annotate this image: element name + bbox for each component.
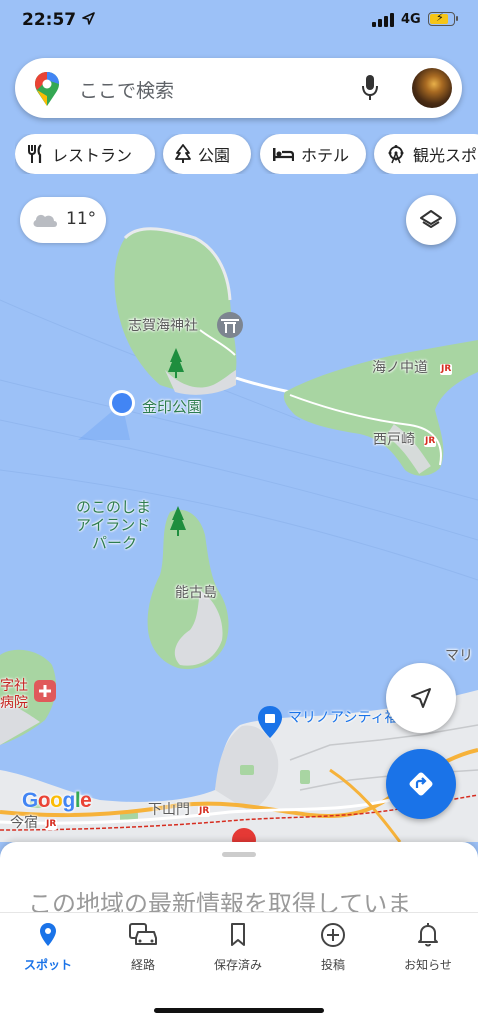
google-logo: Google <box>22 789 92 813</box>
search-bar[interactable]: ここで検索 <box>15 58 462 118</box>
car-icon <box>129 923 157 945</box>
map-label-line: パーク <box>92 534 138 552</box>
directions-button[interactable] <box>386 749 456 819</box>
search-input[interactable]: ここで検索 <box>79 76 174 103</box>
nav-label: 投稿 <box>320 958 345 972</box>
google-logo-letter: g <box>62 789 76 812</box>
weather-badge[interactable]: 11° <box>20 197 106 243</box>
chip-sightseeing[interactable]: 観光スポ <box>374 134 478 174</box>
bookmark-icon <box>231 923 245 946</box>
map-label-line: のこのしま <box>76 498 152 516</box>
bell-icon <box>418 923 438 947</box>
google-logo-letter: e <box>80 789 92 812</box>
map-label-imajuku[interactable]: 今宿 <box>10 815 38 832</box>
map-label-nokonoshima-park[interactable]: のこのしま アイランド パーク <box>76 498 151 552</box>
map-label-mari-edge[interactable]: マリ <box>445 648 473 665</box>
map-label-kinin-park[interactable]: 金印公園 <box>142 398 202 416</box>
map-label-line: 字社 <box>0 678 28 694</box>
status-bar: 22:57 4G ⚡ <box>0 0 478 42</box>
nav-label: 経路 <box>130 958 155 972</box>
location-arrow-icon <box>82 12 95 25</box>
microphone-icon[interactable] <box>360 73 380 103</box>
navigation-arrow-icon <box>411 688 431 708</box>
chip-hotel[interactable]: ホテル <box>260 134 366 174</box>
fork-knife-icon <box>28 144 42 163</box>
google-logo-letter: o <box>37 789 51 812</box>
nav-saved[interactable]: 保存済み <box>190 921 286 973</box>
chip-restaurant[interactable]: レストラン <box>15 134 155 174</box>
location-pin-icon <box>40 923 56 946</box>
ferris-wheel-icon <box>388 145 404 164</box>
map-label-saitozaki[interactable]: 西戸崎 <box>373 432 415 449</box>
category-chips: レストラン 公園 ホテル 観光スポ <box>15 134 478 174</box>
signal-icon <box>372 13 394 27</box>
nav-label: スポット <box>23 958 72 972</box>
nav-label: お知らせ <box>404 958 452 972</box>
status-time: 22:57 <box>22 10 77 30</box>
map-label-shimoyamato[interactable]: 下山門 <box>148 802 190 819</box>
chip-label: 観光スポ <box>413 146 478 165</box>
map-label-line: アイランド <box>76 516 151 534</box>
map-label-nokonoshima[interactable]: 能古島 <box>175 585 217 602</box>
sheet-drag-handle[interactable] <box>222 852 256 857</box>
google-maps-logo-icon <box>35 72 59 106</box>
nav-contribute[interactable]: 投稿 <box>285 921 381 973</box>
chip-label: ホテル <box>301 146 350 165</box>
cloud-icon <box>33 214 57 227</box>
layers-button[interactable] <box>406 195 456 245</box>
avatar[interactable] <box>412 68 452 108</box>
nav-updates[interactable]: お知らせ <box>380 921 476 973</box>
jr-station-icon: JR <box>45 819 58 830</box>
map-label-hospital[interactable]: 字社 病院 <box>0 678 28 712</box>
home-indicator[interactable] <box>154 1008 324 1013</box>
bed-icon <box>273 148 294 161</box>
google-logo-letter: G <box>22 789 38 812</box>
chip-label: 公園 <box>198 146 231 165</box>
jr-station-icon: JR <box>198 806 211 817</box>
battery-icon: ⚡ <box>428 11 458 26</box>
map-label-line: 病院 <box>0 694 28 711</box>
nav-commute[interactable]: 経路 <box>95 921 191 973</box>
jr-station-icon: JR <box>424 436 437 447</box>
chip-label: レストラン <box>52 146 133 165</box>
layers-icon <box>420 210 442 228</box>
jr-station-icon: JR <box>440 364 453 375</box>
chip-park[interactable]: 公園 <box>163 134 251 174</box>
tree-icon <box>175 144 191 163</box>
nav-explore[interactable]: スポット <box>0 921 96 973</box>
my-location-button[interactable] <box>386 663 456 733</box>
plus-circle-icon <box>321 923 345 947</box>
weather-temperature: 11° <box>66 209 97 229</box>
google-logo-letter: o <box>50 789 63 812</box>
nav-label: 保存済み <box>213 958 262 972</box>
map-label-uminonakamichi[interactable]: 海ノ中道 <box>372 360 428 377</box>
map-label-shikaumi-shrine[interactable]: 志賀海神社 <box>128 318 198 335</box>
network-type: 4G <box>401 12 421 27</box>
directions-icon <box>409 772 433 796</box>
